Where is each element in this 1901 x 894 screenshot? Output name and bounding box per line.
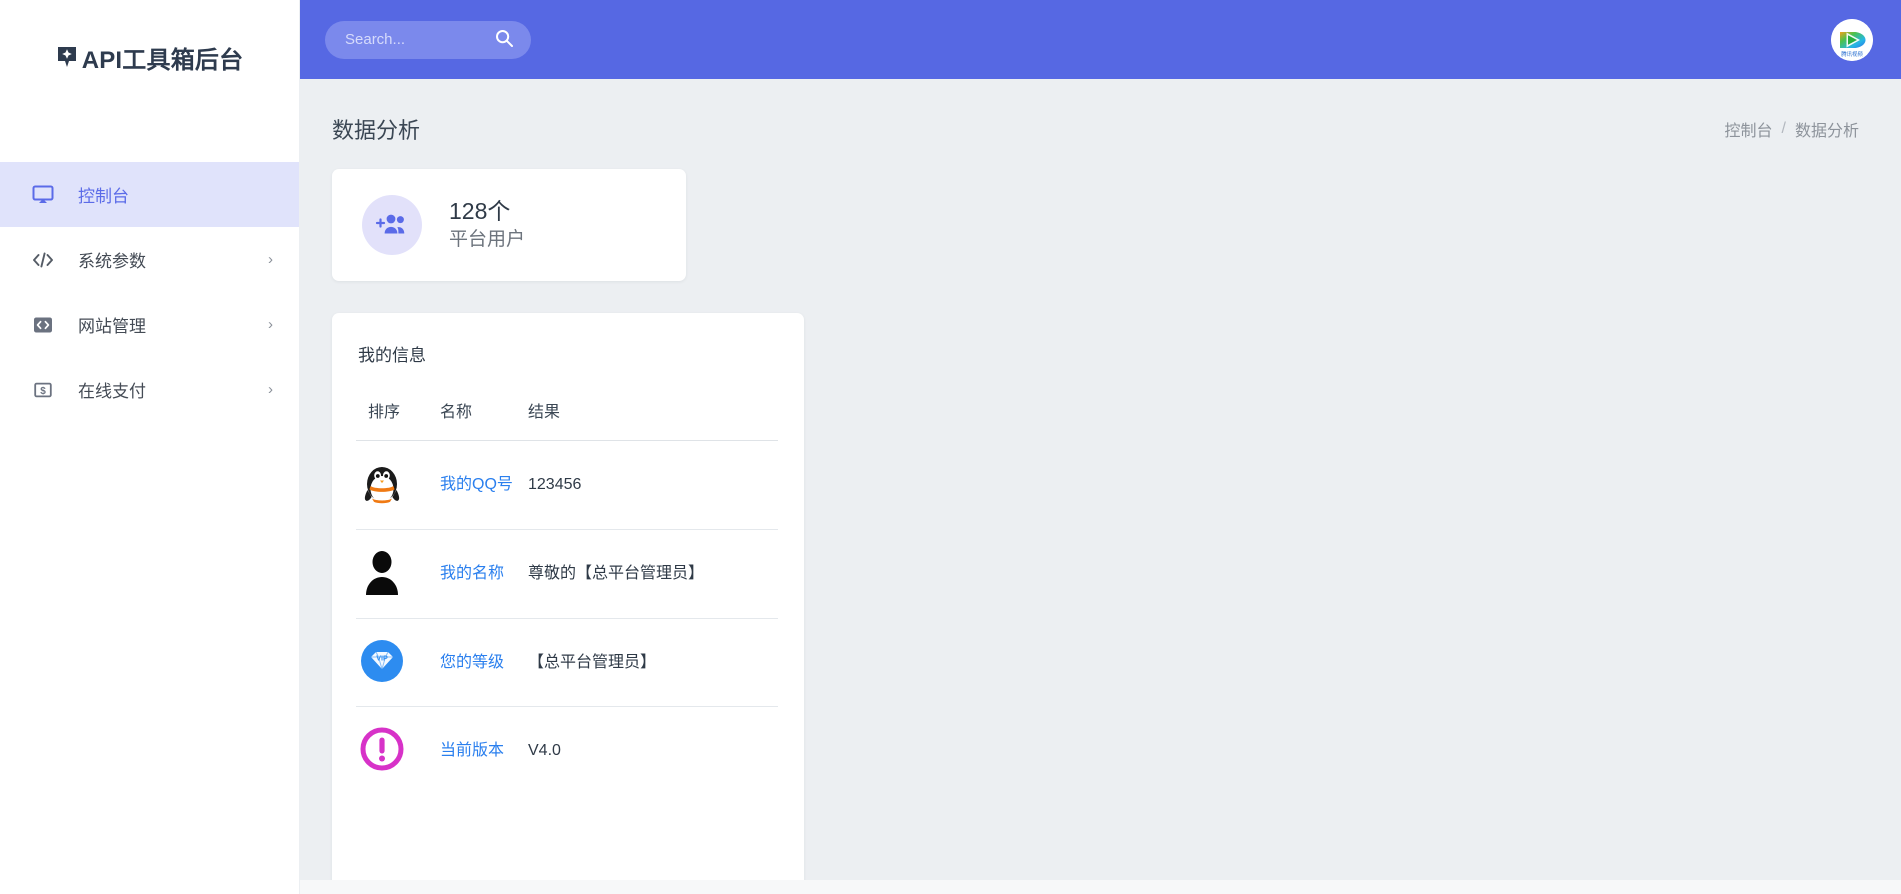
row-name-link[interactable]: 您的等级 <box>440 652 504 674</box>
table-row: 我的名称 尊敬的【总平台管理员】 <box>356 529 778 619</box>
row-value: 【总平台管理员】 <box>528 653 657 671</box>
row-icon-cell: VIP <box>356 618 440 707</box>
app-root: API工具箱后台 控制台 系统参数 › 网站管理 › $ 在线支付 › Sear… <box>0 0 1901 894</box>
column-header-order: 排序 <box>356 398 440 441</box>
column-header-result: 结果 <box>528 398 778 441</box>
search-button[interactable] <box>493 29 515 51</box>
avatar[interactable]: 腾讯视频 <box>1831 18 1873 61</box>
sidebar-item-site-management[interactable]: 网站管理 › <box>0 292 299 357</box>
row-icon-cell <box>356 529 440 619</box>
breadcrumb-current: 数据分析 <box>1794 123 1859 140</box>
svg-text:$: $ <box>40 386 46 397</box>
sidebar-item-label: 系统参数 <box>78 252 146 271</box>
page-bottom-strip <box>300 880 1901 894</box>
cards-area: 128个 平台用户 我的信息 排序 名称 结果 我的QQ号 123456 我的名… <box>300 149 1901 894</box>
row-value: V4.0 <box>528 741 561 759</box>
table-row: 我的QQ号 123456 <box>356 440 778 530</box>
row-name-cell: 我的名称 <box>440 529 528 619</box>
sidebar: API工具箱后台 控制台 系统参数 › 网站管理 › $ 在线支付 › <box>0 0 300 894</box>
sidebar-nav: 控制台 系统参数 › 网站管理 › $ 在线支付 › <box>0 162 299 422</box>
sidebar-item-online-payment[interactable]: $ 在线支付 › <box>0 357 299 422</box>
sidebar-item-label: 网站管理 <box>78 317 146 336</box>
sidebar-item-system-params[interactable]: 系统参数 › <box>0 227 299 292</box>
page-header: 数据分析 控制台 / 数据分析 <box>300 79 1901 149</box>
sidebar-item-label: 在线支付 <box>78 382 146 401</box>
qq-penguin-icon <box>356 457 408 509</box>
stat-card-body: 128个 平台用户 <box>449 197 526 251</box>
exclamation-circle-icon <box>356 723 408 775</box>
top-header-bar: 腾讯视频 <box>300 0 1901 79</box>
row-name-link[interactable]: 我的QQ号 <box>440 474 513 496</box>
row-name-cell: 您的等级 <box>440 618 528 707</box>
row-value-cell: 【总平台管理员】 <box>528 618 778 707</box>
table-header-row: 排序 名称 结果 <box>356 398 778 441</box>
table-body: 我的QQ号 123456 我的名称 尊敬的【总平台管理员】 VIP 您的等级 【… <box>356 440 778 795</box>
my-info-table: 排序 名称 结果 我的QQ号 123456 我的名称 尊敬的【总平台管理员】 V… <box>356 398 778 794</box>
search-input[interactable] <box>345 31 493 48</box>
brand-title: API工具箱后台 <box>81 46 244 74</box>
stat-card-label: 平台用户 <box>449 229 526 251</box>
sidebar-item-console[interactable]: 控制台 <box>0 162 299 227</box>
sidebar-item-label: 控制台 <box>78 187 129 206</box>
row-value-cell: V4.0 <box>528 707 778 795</box>
row-value-cell: 尊敬的【总平台管理员】 <box>528 529 778 619</box>
row-name-link[interactable]: 我的名称 <box>440 563 504 585</box>
monitor-icon <box>30 182 56 208</box>
table-row: 当前版本 V4.0 <box>356 707 778 795</box>
chevron-right-icon: › <box>268 251 273 268</box>
row-name-cell: 我的QQ号 <box>440 440 528 530</box>
code-slash-icon <box>30 247 56 273</box>
chevron-right-icon: › <box>268 381 273 398</box>
svg-text:腾讯视频: 腾讯视频 <box>1841 50 1863 58</box>
row-name-cell: 当前版本 <box>440 707 528 795</box>
my-info-card-title: 我的信息 <box>358 346 426 365</box>
stat-card-value: 128个 <box>449 197 511 224</box>
chevron-right-icon: › <box>268 316 273 333</box>
search-icon <box>494 28 514 51</box>
page-content: 数据分析 控制台 / 数据分析 128个 平台用户 我的信息 排序 名称 结果 … <box>300 79 1901 894</box>
column-header-name: 名称 <box>440 398 528 441</box>
money-box-icon: $ <box>30 377 56 403</box>
brand-logo[interactable]: API工具箱后台 <box>0 0 299 100</box>
table-head: 排序 名称 结果 <box>356 398 778 441</box>
breadcrumb-separator: / <box>1781 120 1786 137</box>
stat-card-platform-users[interactable]: 128个 平台用户 <box>332 169 686 281</box>
person-avatar-icon <box>356 546 408 598</box>
row-value: 123456 <box>528 476 582 494</box>
code-box-icon <box>30 312 56 338</box>
sparkle-badge-icon <box>56 45 78 69</box>
my-info-card: 我的信息 排序 名称 结果 我的QQ号 123456 我的名称 尊敬的【总平台管… <box>332 313 804 894</box>
row-icon-cell <box>356 440 440 530</box>
page-title: 数据分析 <box>332 118 421 143</box>
row-value-cell: 123456 <box>528 440 778 530</box>
svg-text:VIP: VIP <box>376 653 388 662</box>
table-row: VIP 您的等级 【总平台管理员】 <box>356 618 778 707</box>
row-name-link[interactable]: 当前版本 <box>440 740 504 762</box>
row-value: 尊敬的【总平台管理员】 <box>528 565 705 583</box>
vip-diamond-icon: VIP <box>356 635 408 687</box>
main-area: 腾讯视频 数据分析 控制台 / 数据分析 <box>300 0 1901 894</box>
add-user-group-icon <box>362 195 422 255</box>
search-box[interactable] <box>325 20 531 59</box>
breadcrumb: 控制台 / 数据分析 <box>1725 117 1859 141</box>
row-icon-cell <box>356 707 440 795</box>
breadcrumb-root[interactable]: 控制台 <box>1725 117 1773 141</box>
